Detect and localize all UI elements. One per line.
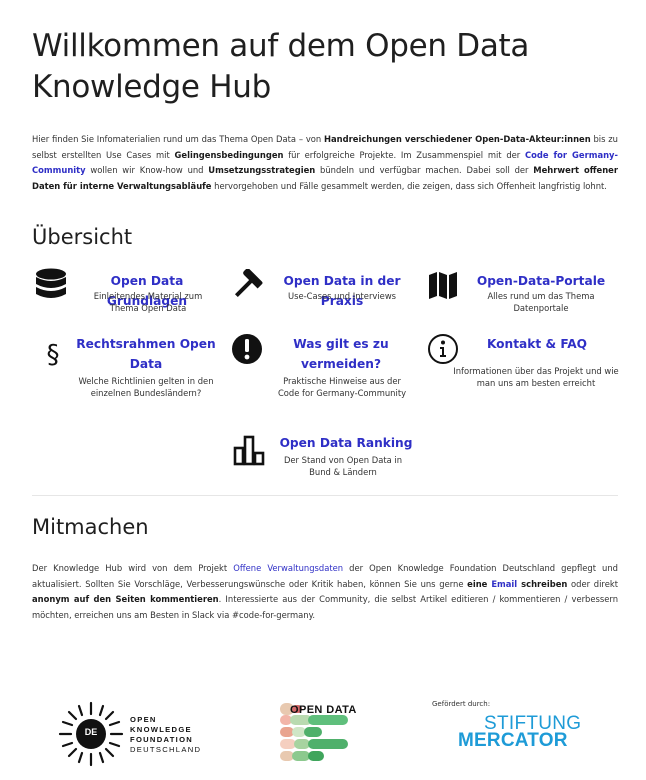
page-title: Willkommen auf dem Open Data Knowledge H… (32, 28, 530, 105)
okf-badge: DE (84, 727, 98, 737)
database-icon (34, 268, 68, 302)
open-data-text: OPEN DATA (290, 704, 357, 716)
tile-title[interactable]: Was gilt es zu vermeiden? (278, 334, 404, 374)
email-link[interactable]: Email (491, 579, 517, 589)
intro-paragraph: Hier finden Sie Infomaterialien rund um … (32, 132, 618, 194)
okf-wordmark: OPEN KNOWLEDGE FOUNDATION DEUTSCHLAND (130, 715, 201, 755)
map-icon (426, 268, 460, 302)
mitmachen-bold: schreiben (517, 578, 568, 589)
tile-description: Informationen über das Projekt und wie m… (453, 366, 619, 388)
tile-title[interactable]: Kontakt & FAQ (474, 334, 600, 354)
intro-bold: Gelingensbedingungen (174, 149, 284, 160)
intro-text: wollen wir Know-how und (85, 165, 209, 176)
footer-logos: DE OPEN KNOWLEDGE FOUNDATION DEUTSCHLAND (0, 698, 646, 770)
info-icon (426, 332, 460, 366)
tile-praxis[interactable]: Open Data in der Praxis Use-Cases und In… (228, 266, 423, 316)
tile-description: Der Stand von Open Data in Bund & Länder… (283, 455, 403, 477)
okf-line: DEUTSCHLAND (130, 745, 202, 754)
okf-line: OPEN (130, 715, 157, 724)
okf-line: FOUNDATION (130, 735, 194, 744)
tile-description: Praktische Hinweise aus der Code for Ger… (277, 376, 407, 398)
tile-title[interactable]: Open Data Ranking (276, 433, 416, 453)
intro-text: für erfolgreiche Projekte. Im Zusammensp… (283, 149, 525, 160)
hammer-icon (230, 268, 264, 302)
tile-description: Einleitendes Material zum Thema Open Dat… (93, 291, 203, 313)
open-data-logo[interactable]: OPEN DATA (278, 701, 378, 765)
mercator-line2: MERCATOR (458, 730, 568, 751)
tile-vermeiden[interactable]: Was gilt es zu vermeiden? Praktische Hin… (228, 334, 423, 404)
intro-text: bündeln und verfügbar machen. Dabei soll… (315, 165, 534, 176)
tile-rechtsrahmen[interactable]: § Rechtsrahmen Open Data Welche Richtlin… (32, 334, 227, 404)
mitmachen-heading: Mitmachen (32, 515, 149, 539)
intro-bold: Handreichungen verschiedener Open-Data-A… (324, 134, 591, 145)
tile-grundlagen[interactable]: Open Data Grundlagen Einleitendes Materi… (32, 266, 227, 316)
mercator-logo[interactable]: Gefördert durch: STIFTUNG MERCATOR (432, 700, 592, 760)
exclamation-icon (230, 332, 264, 366)
mitmachen-bold: eine (467, 578, 492, 589)
okf-line: KNOWLEDGE (130, 725, 192, 734)
mercator-label: Gefördert durch: (432, 700, 491, 708)
overview-heading: Übersicht (32, 225, 133, 249)
tile-kontakt[interactable]: Kontakt & FAQ Informationen über das Pro… (424, 334, 619, 404)
tile-title[interactable]: Open-Data-Portale (466, 271, 616, 291)
mitmachen-bold: anonym auf den Seiten kommentieren (32, 594, 219, 605)
paragraph-icon: § (46, 340, 60, 370)
tile-portale[interactable]: Open-Data-Portale Alles rund um das Them… (424, 266, 619, 316)
bar-chart-icon (232, 433, 266, 467)
intro-text: Hier finden Sie Infomaterialien rund um … (32, 134, 325, 145)
mitmachen-paragraph: Der Knowledge Hub wird von dem Projekt O… (32, 561, 618, 623)
tile-ranking[interactable]: Open Data Ranking Der Stand von Open Dat… (228, 433, 423, 483)
tile-description: Welche Richtlinien gelten in den einzeln… (78, 376, 214, 398)
mitmachen-text: Der Knowledge Hub wird von dem Projekt (32, 563, 234, 574)
okf-logo[interactable]: DE OPEN KNOWLEDGE FOUNDATION DEUTSCHLAND (58, 701, 208, 767)
tile-description: Use-Cases und Interviews (287, 291, 397, 301)
intro-bold: Umsetzungsstrategien (208, 165, 316, 176)
tile-title[interactable]: Rechtsrahmen Open Data (76, 334, 216, 374)
offene-verwaltungsdaten-link[interactable]: Offene Verwaltungsdaten (233, 563, 343, 573)
tile-description: Alles rund um das Thema Datenportale (487, 291, 595, 313)
intro-text: hervorgehoben und Fälle gesammelt werden… (211, 180, 607, 191)
mitmachen-text: oder direkt (567, 578, 618, 589)
section-divider (32, 495, 618, 496)
